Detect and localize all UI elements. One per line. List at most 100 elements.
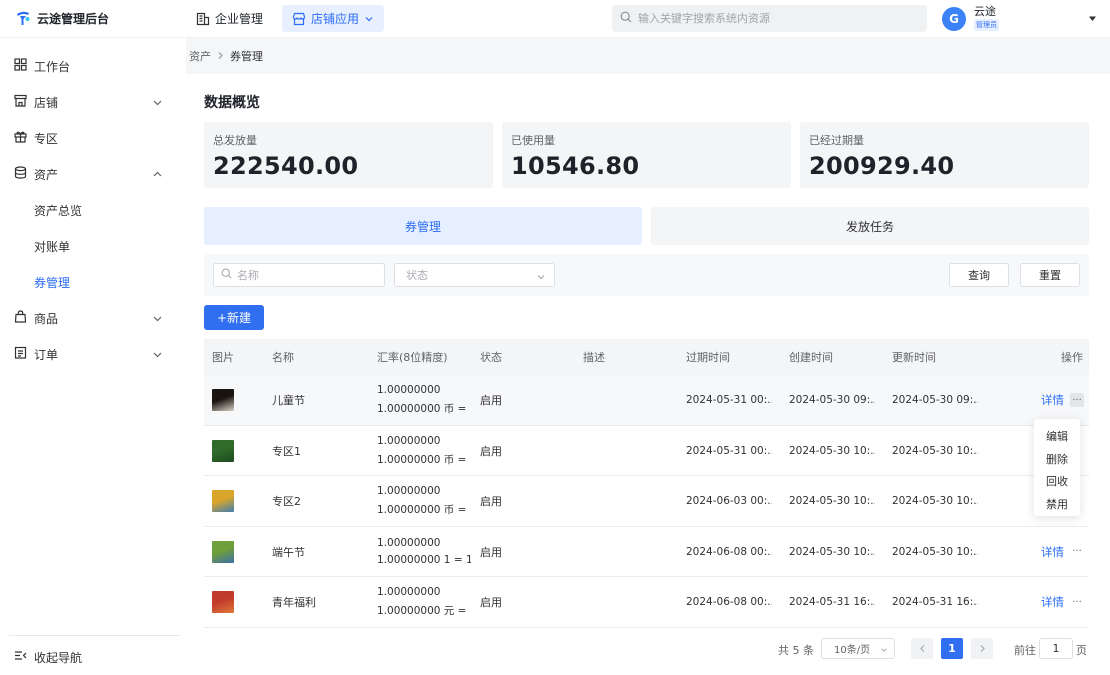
breadcrumb-current: 券管理: [230, 50, 263, 63]
goto-suffix: 页: [1076, 644, 1087, 657]
sidebar-subitem-asset-overview[interactable]: 资产总览: [0, 195, 186, 225]
page-size-select[interactable]: 10条/页: [821, 638, 895, 659]
chevron-down-icon: [152, 349, 163, 363]
page-number-current[interactable]: 1: [941, 638, 963, 659]
search-icon: [620, 11, 632, 26]
sidebar-subitem-statement[interactable]: 对账单: [0, 231, 186, 261]
cell-updated-time: 2024-05-30 09:...: [892, 394, 978, 406]
cell-expire-time: 2024-06-08 00:...: [686, 596, 772, 608]
rate-formula: 1.00000000 币 = 1 C: [377, 453, 471, 466]
stat-value: 10546.80: [511, 152, 640, 180]
header-status: 状态: [480, 351, 502, 364]
global-search[interactable]: [612, 5, 927, 32]
query-button[interactable]: 查询: [949, 263, 1009, 287]
cell-image: [212, 426, 234, 476]
store-icon: [292, 12, 306, 26]
cell-name: 青年福利: [272, 596, 316, 609]
more-icon[interactable]: ···: [1070, 545, 1084, 559]
menu-item-edit[interactable]: 编辑: [1034, 425, 1080, 448]
sidebar-item-orders[interactable]: 订单: [0, 339, 186, 369]
cell-expire-time: 2024-06-03 00:...: [686, 495, 772, 507]
more-icon[interactable]: ···: [1070, 595, 1084, 609]
app-logo[interactable]: 云途管理后台: [14, 9, 109, 27]
coupon-table: 图片 名称 汇率(8位精度) 状态 描述 过期时间 创建时间 更新时间 操作 儿…: [204, 339, 1089, 628]
stat-card-used: 已使用量 10546.80: [502, 122, 791, 188]
cell-status: 启用: [480, 545, 502, 559]
menu-item-recycle[interactable]: 回收: [1034, 470, 1080, 493]
cell-status: 启用: [480, 444, 502, 458]
name-filter[interactable]: [213, 263, 385, 287]
cell-name: 儿童节: [272, 394, 305, 407]
table-body: 儿童节 1.00000000 1.00000000 币 = 1 C 启用 2024-05…: [204, 375, 1089, 628]
reset-button[interactable]: 重置: [1020, 263, 1080, 287]
filter-bar: 状态 查询 重置: [204, 254, 1089, 296]
sidebar-item-assets[interactable]: 资产: [0, 159, 186, 189]
cell-actions: 详情 ···: [1041, 577, 1084, 627]
header-expire-time: 过期时间: [686, 351, 730, 364]
header-actions: 操作: [1061, 351, 1083, 364]
cell-created-time: 2024-05-30 10:...: [789, 444, 875, 457]
cell-name: 专区1: [272, 444, 301, 458]
header-image: 图片: [212, 351, 234, 364]
sidebar-item-label: 专区: [34, 131, 59, 146]
breadcrumb-root[interactable]: 资产: [189, 48, 211, 64]
sidebar-item-zone[interactable]: 专区: [0, 123, 186, 153]
overview-title: 数据概览: [204, 95, 260, 111]
next-page-button[interactable]: [971, 638, 993, 659]
detail-link[interactable]: 详情: [1041, 392, 1064, 408]
sidebar-item-label: 工作台: [34, 59, 71, 74]
chevron-down-icon: [364, 14, 374, 24]
nav-enterprise[interactable]: 企业管理: [186, 5, 273, 32]
stat-value: 222540.00: [213, 152, 359, 180]
more-icon[interactable]: ···: [1070, 393, 1084, 407]
cell-rate: 1.00000000 1.00000000 1 = 1 C: [377, 527, 471, 577]
tab-issue-tasks[interactable]: 发放任务: [651, 207, 1089, 245]
sidebar-item-workbench[interactable]: 工作台: [0, 51, 186, 81]
sidebar-item-store[interactable]: 店铺: [0, 87, 186, 117]
user-role-badge: 管理员: [974, 19, 999, 31]
name-filter-input[interactable]: [237, 268, 377, 282]
tab-coupon-management[interactable]: 券管理: [204, 207, 642, 245]
cell-image: [212, 375, 234, 425]
caret-down-icon[interactable]: [1088, 12, 1097, 26]
pagination-total: 共 5 条: [778, 644, 814, 657]
sidebar-item-products[interactable]: 商品: [0, 303, 186, 333]
chevron-right-icon: [980, 645, 985, 652]
avatar[interactable]: G: [942, 6, 966, 31]
collapse-nav-button[interactable]: 收起导航: [14, 642, 82, 672]
user-profile[interactable]: G 云途 管理员: [942, 6, 999, 31]
stat-value: 200929.40: [809, 152, 955, 180]
menu-item-delete[interactable]: 删除: [1034, 448, 1080, 471]
nav-store-label: 店铺应用: [311, 12, 360, 26]
goto-label: 前往: [1014, 644, 1036, 657]
sidebar-divider: [9, 635, 180, 636]
app-title: 云途管理后台: [37, 11, 110, 26]
table-row: 儿童节 1.00000000 1.00000000 币 = 1 C 启用 2024-05…: [204, 375, 1089, 426]
table-row: 专区2 1.00000000 1.00000000 币 = 1 C 启用 2024-06…: [204, 476, 1089, 527]
detail-link[interactable]: 详情: [1041, 594, 1064, 610]
new-button[interactable]: +新建: [204, 305, 264, 330]
stat-card-expired: 已经过期量 200929.40: [800, 122, 1089, 188]
cell-expire-time: 2024-05-31 00:...: [686, 394, 772, 406]
collapse-nav-label: 收起导航: [34, 650, 83, 665]
header-description: 描述: [583, 351, 605, 364]
nav-store-apps[interactable]: 店铺应用: [282, 5, 385, 32]
cell-updated-time: 2024-05-30 10:...: [892, 495, 978, 507]
breadcrumb: 资产 券管理: [189, 48, 263, 64]
pagination: 共 5 条 10条/页 1 前往 1 页: [186, 638, 1110, 660]
prev-page-button[interactable]: [911, 638, 933, 659]
chevron-down-icon: [880, 646, 888, 657]
search-input[interactable]: [638, 12, 918, 25]
chevron-down-icon: [152, 313, 163, 327]
nav-enterprise-label: 企业管理: [215, 12, 264, 26]
detail-link[interactable]: 详情: [1041, 544, 1064, 560]
sidebar-item-label: 店铺: [34, 95, 59, 110]
goto-page-input[interactable]: 1: [1039, 638, 1073, 659]
status-select[interactable]: 状态: [394, 263, 555, 287]
rate-value: 1.00000000: [377, 485, 441, 497]
sidebar-subitem-coupon-management[interactable]: 券管理: [0, 267, 186, 297]
bag-icon: [14, 310, 27, 326]
cell-updated-time: 2024-05-30 10:...: [892, 545, 978, 558]
menu-item-disable[interactable]: 禁用: [1034, 493, 1080, 516]
cell-status: 启用: [480, 495, 502, 508]
